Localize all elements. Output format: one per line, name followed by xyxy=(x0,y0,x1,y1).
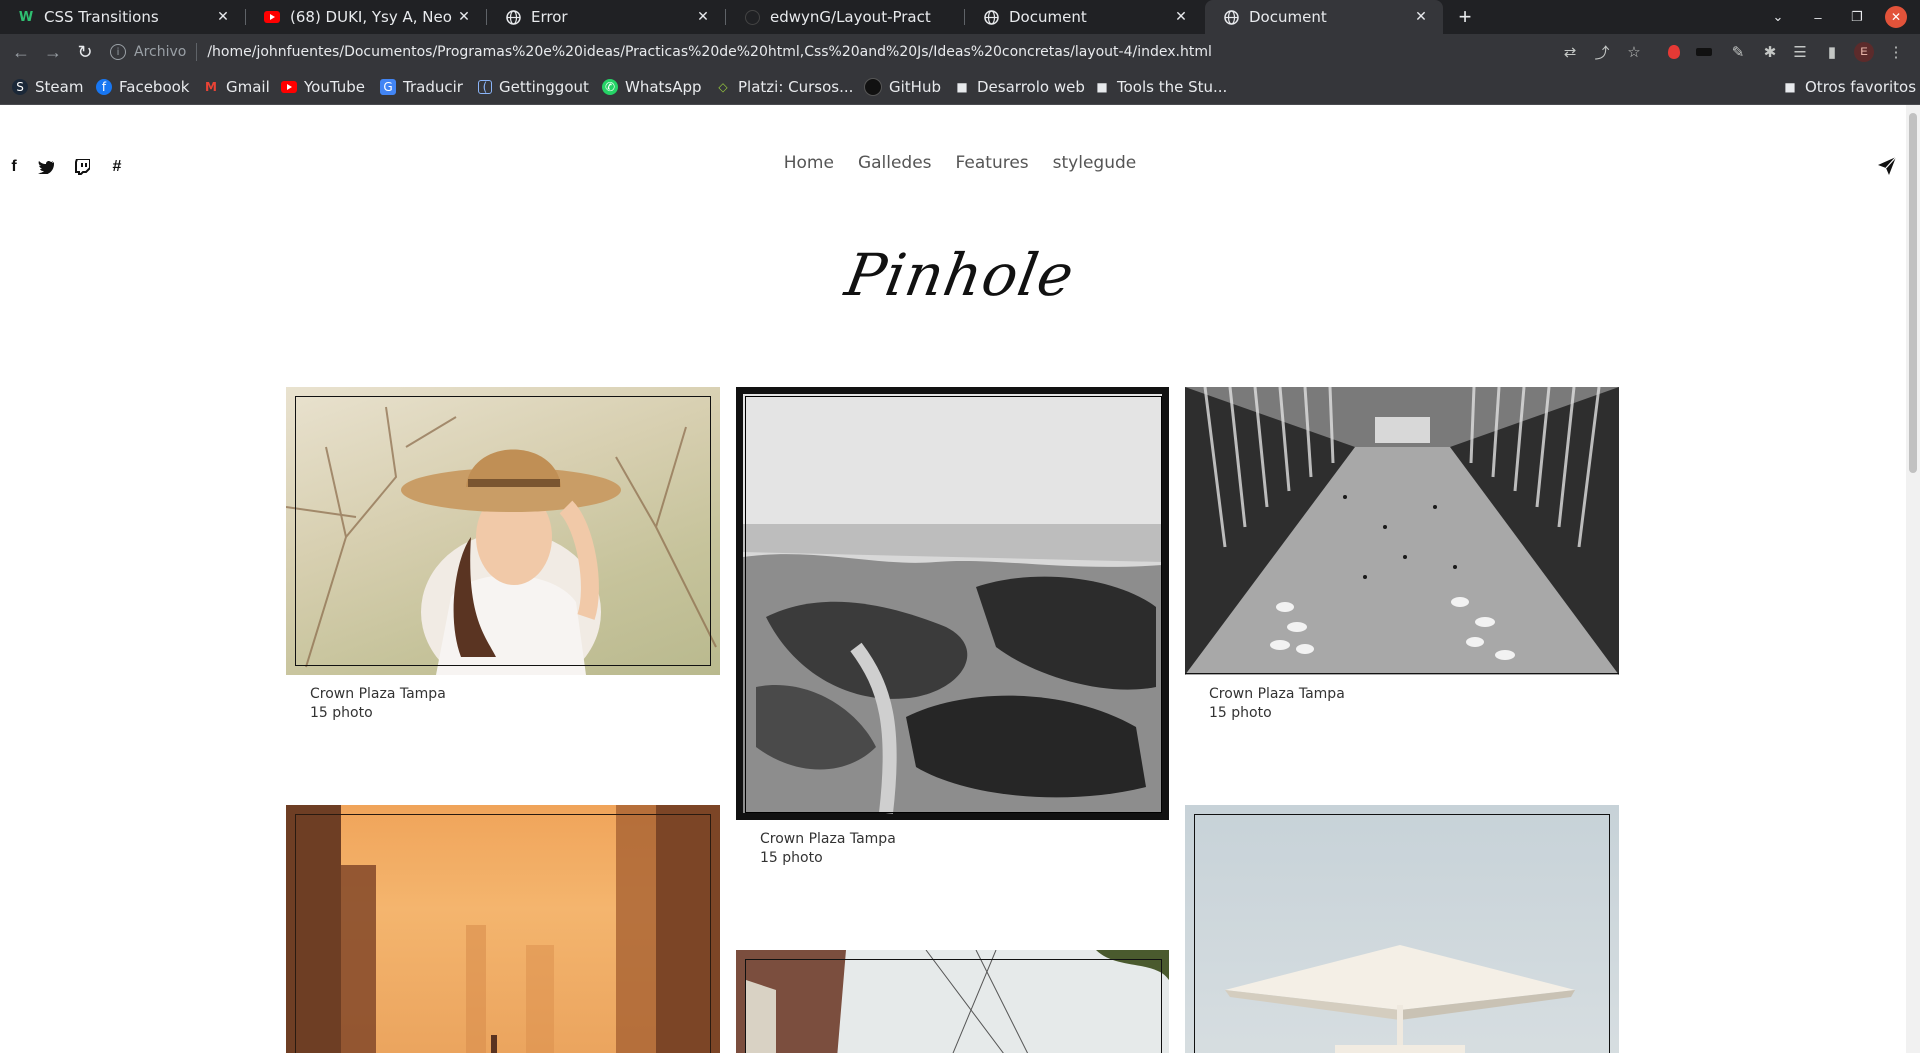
gallery-photo-street-wires[interactable] xyxy=(736,950,1169,1053)
restore-icon[interactable]: ❐ xyxy=(1845,0,1869,34)
facebook-icon: f xyxy=(96,79,112,95)
platzi-icon: ◇ xyxy=(718,80,728,94)
tab-css-transitions[interactable]: W CSS Transitions ✕ xyxy=(0,0,245,34)
bookmark-desarrolo-web[interactable]: ■ Desarrolo web xyxy=(954,70,1085,104)
github-icon xyxy=(864,78,882,96)
nav-galledes[interactable]: Galledes xyxy=(858,153,932,173)
tab-youtube[interactable]: (68) DUKI, Ysy A, Neo Pistea ✕ xyxy=(246,0,486,34)
side-panel-icon[interactable]: ▮ xyxy=(1818,34,1846,70)
media-control-icon[interactable]: ☰ xyxy=(1786,34,1814,70)
card-count: 15 photo xyxy=(760,850,823,866)
card-count: 15 photo xyxy=(310,705,373,721)
bookmark-platzi[interactable]: ◇ Platzi: Cursos... xyxy=(715,70,853,104)
close-tab-icon[interactable]: ✕ xyxy=(1411,9,1431,25)
tab-document-1[interactable]: Document ✕ xyxy=(965,0,1203,34)
send-icon[interactable] xyxy=(1878,156,1898,177)
tab-strip: W CSS Transitions ✕ (68) DUKI, Ysy A, Ne… xyxy=(0,0,1920,34)
bookmark-tools[interactable]: ■ Tools the Stu... xyxy=(1094,70,1227,104)
close-tab-icon[interactable]: ✕ xyxy=(1171,9,1191,25)
globe-icon xyxy=(505,9,521,25)
bookmark-steam[interactable]: S Steam xyxy=(12,70,83,104)
youtube-icon xyxy=(264,9,280,25)
bookmark-facebook[interactable]: f Facebook xyxy=(96,70,189,104)
bookmark-traducir[interactable]: G Traducir xyxy=(380,70,463,104)
browser-toolbar: ← → ↻ i Archivo /home/johnfuentes/Docume… xyxy=(0,34,1920,70)
translate-icon[interactable]: ⇄ xyxy=(1556,34,1584,70)
menu-kebab-icon[interactable]: ⋮ xyxy=(1882,34,1910,70)
folder-icon: ■ xyxy=(1784,80,1796,94)
folder-icon: ■ xyxy=(1096,80,1108,94)
extensions-puzzle-icon[interactable]: ✱ xyxy=(1756,34,1784,70)
youtube-icon xyxy=(281,79,297,95)
minimize-icon[interactable]: – xyxy=(1806,0,1830,34)
w-logo-icon: W xyxy=(18,9,34,25)
extension-red-icon[interactable] xyxy=(1660,34,1688,70)
main-nav: Home Galledes Features stylegude xyxy=(0,153,1920,173)
translate-icon: G xyxy=(380,79,396,95)
forward-icon[interactable]: → xyxy=(38,34,68,70)
gallery-photo-rocky-shore[interactable] xyxy=(736,387,1169,820)
bookmarks-bar: S Steam f Facebook M Gmail YouTube G Traduci… xyxy=(0,70,1920,105)
tab-search-icon[interactable]: ⌄ xyxy=(1766,0,1790,34)
page-scrollbar[interactable] xyxy=(1906,105,1920,1053)
nav-features[interactable]: Features xyxy=(956,153,1029,173)
address-url[interactable]: /home/johnfuentes/Documentos/Programas%2… xyxy=(207,44,1212,60)
close-tab-icon[interactable]: ✕ xyxy=(213,9,233,25)
gallery-photo-parasol[interactable] xyxy=(1185,805,1619,1053)
gallery-photo-woman-in-hat[interactable] xyxy=(286,387,720,675)
profile-avatar[interactable]: E xyxy=(1850,34,1878,70)
tab-error[interactable]: Error ✕ xyxy=(487,0,725,34)
card-title: Crown Plaza Tampa xyxy=(760,831,896,847)
share-icon[interactable]: ⤴ xyxy=(1588,34,1616,70)
card-title: Crown Plaza Tampa xyxy=(1209,686,1345,702)
close-window-icon[interactable]: ✕ xyxy=(1885,6,1907,28)
bookmark-gmail[interactable]: M Gmail xyxy=(203,70,270,104)
tab-document-active[interactable]: Document ✕ xyxy=(1205,0,1443,34)
site-logo[interactable]: Pinhole xyxy=(0,241,1920,309)
bookmark-star-icon[interactable]: ☆ xyxy=(1620,34,1648,70)
info-icon[interactable]: i xyxy=(110,44,126,60)
steam-icon: S xyxy=(12,79,28,95)
globe-icon xyxy=(983,9,999,25)
bookmark-otros-favoritos[interactable]: ■ Otros favoritos xyxy=(1782,70,1916,104)
close-tab-icon[interactable]: ✕ xyxy=(454,9,474,25)
new-tab-button[interactable]: + xyxy=(1452,0,1478,34)
address-scheme-label: Archivo xyxy=(134,44,187,60)
tab-github[interactable]: edwynG/Layout-Practicas xyxy=(726,0,964,34)
github-icon xyxy=(744,9,760,25)
nav-home[interactable]: Home xyxy=(784,153,834,173)
back-icon[interactable]: ← xyxy=(6,34,36,70)
web-page: f # Home Galledes Features stylegude Pin… xyxy=(0,105,1920,1053)
bookmark-github[interactable]: GitHub xyxy=(864,70,941,104)
bookmark-gettinggout[interactable]: (Gettinggout xyxy=(478,70,589,104)
extension-pen-icon[interactable]: ✎ xyxy=(1724,34,1752,70)
card-count: 15 photo xyxy=(1209,705,1272,721)
folder-icon: ■ xyxy=(956,80,968,94)
bookmark-whatsapp[interactable]: ✆ WhatsApp xyxy=(602,70,702,104)
reload-icon[interactable]: ↻ xyxy=(70,34,100,70)
gettinggout-icon: ( xyxy=(478,80,492,94)
whatsapp-icon: ✆ xyxy=(602,79,618,95)
close-tab-icon[interactable]: ✕ xyxy=(693,9,713,25)
scrollbar-thumb[interactable] xyxy=(1909,113,1917,473)
bookmark-youtube[interactable]: YouTube xyxy=(281,70,365,104)
nav-stylegude[interactable]: stylegude xyxy=(1053,153,1137,173)
card-title: Crown Plaza Tampa xyxy=(310,686,446,702)
extension-dark-icon[interactable] xyxy=(1690,34,1718,70)
gmail-icon: M xyxy=(205,80,217,94)
gallery-photo-oculus-hall[interactable] xyxy=(1185,387,1619,675)
gallery-photo-city-sunset[interactable] xyxy=(286,805,720,1053)
address-bar[interactable]: i Archivo /home/johnfuentes/Documentos/P… xyxy=(110,37,1460,67)
globe-icon xyxy=(1223,9,1239,25)
